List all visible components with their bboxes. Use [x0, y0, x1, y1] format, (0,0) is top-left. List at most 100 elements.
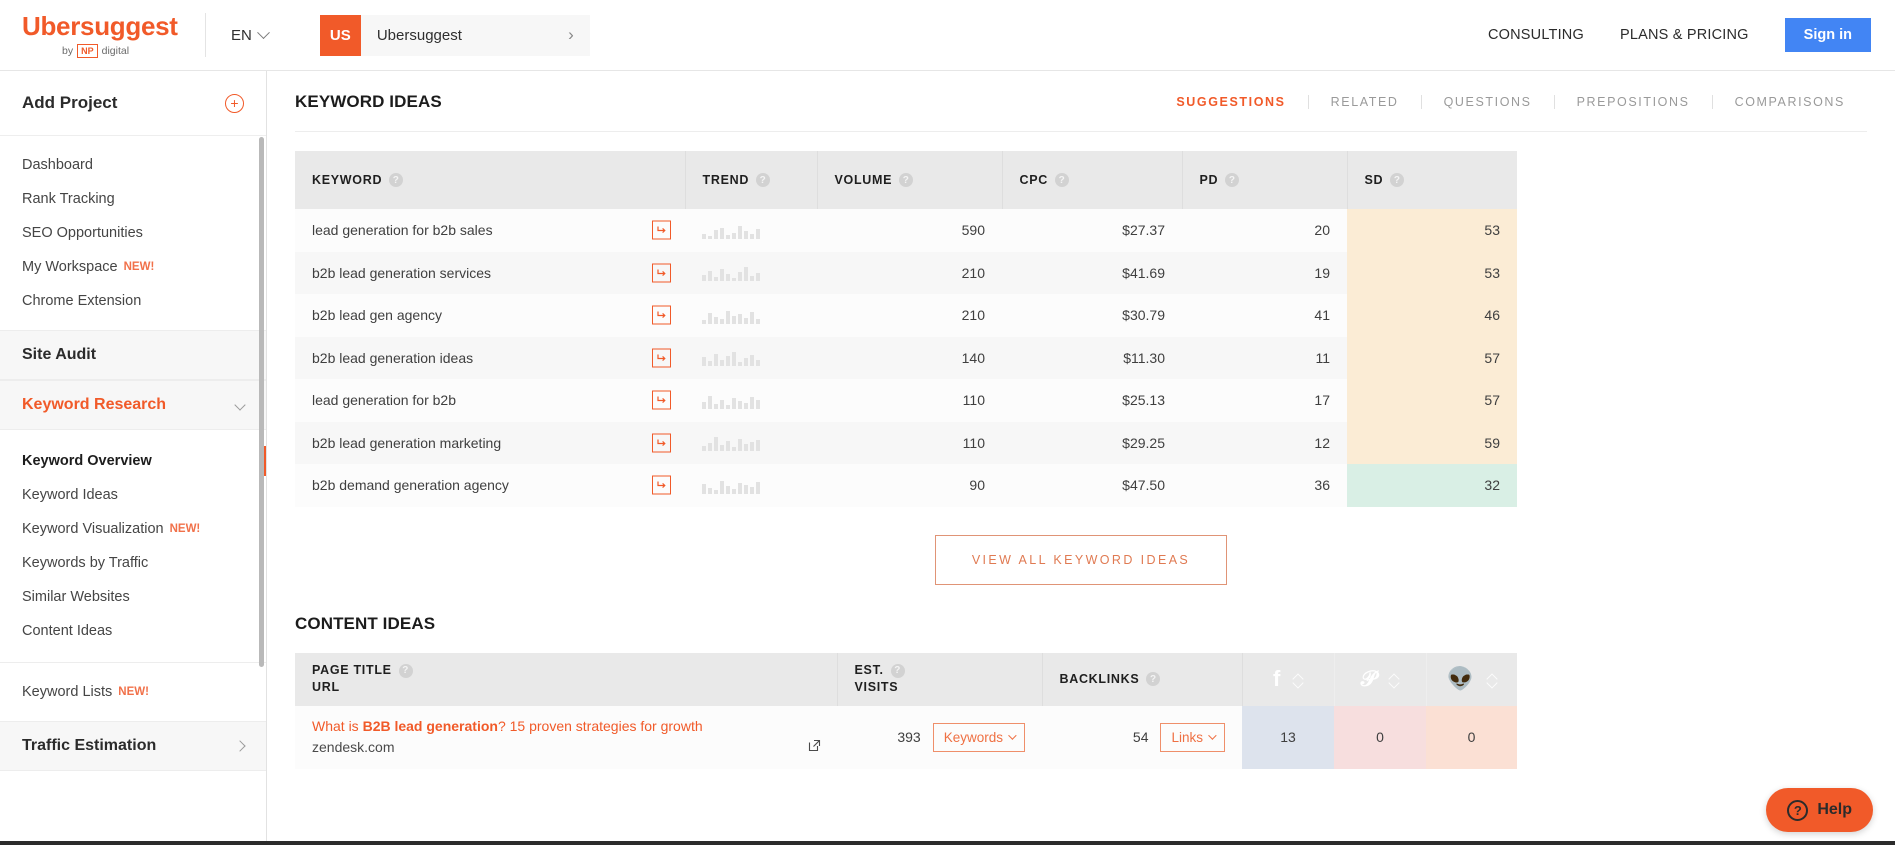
open-keyword-arrow-icon[interactable] [652, 390, 671, 410]
sidebar-item-my-workspace[interactable]: My Workspace NEW! [0, 250, 266, 284]
column-page-title-url[interactable]: PAGE TITLE? URL [295, 652, 838, 706]
nav-consulting[interactable]: CONSULTING [1488, 27, 1584, 43]
table-row[interactable]: b2b demand generation agency 90 $47.50 36 32 [295, 464, 1517, 507]
sidebar-item-keyword-visualization[interactable]: Keyword Visualization NEW! [0, 512, 266, 546]
chevron-right-icon: › [568, 25, 574, 44]
help-tooltip-icon[interactable]: ? [1146, 672, 1161, 687]
sidebar-item-keyword-lists[interactable]: Keyword Lists NEW! [0, 675, 266, 709]
column-trend[interactable]: TREND? [685, 151, 818, 209]
sort-reddit-icon[interactable] [1488, 673, 1497, 686]
column-reddit[interactable]: 👽 [1426, 652, 1517, 706]
cell-keyword[interactable]: b2b lead generation services [295, 251, 685, 294]
add-project-button[interactable]: Add Project + [0, 71, 266, 136]
help-tooltip-icon[interactable]: ? [890, 663, 905, 678]
sidebar-scrollbar[interactable] [259, 137, 264, 667]
brand-digital: digital [101, 44, 130, 57]
cell-volume: 110 [817, 421, 1002, 464]
keyword-ideas-header: KEYWORD IDEAS SUGGESTIONS RELATED QUESTI… [267, 71, 1895, 121]
keywords-dropdown[interactable]: Keywords [932, 722, 1025, 752]
open-keyword-arrow-icon[interactable] [652, 263, 671, 283]
cell-keyword[interactable]: lead generation for b2b sales [295, 209, 685, 252]
tab-suggestions[interactable]: SUGGESTIONS [1154, 95, 1307, 109]
column-cpc[interactable]: CPC? [1002, 151, 1183, 209]
column-backlinks[interactable]: BACKLINKS? [1042, 652, 1243, 706]
open-keyword-arrow-icon[interactable] [652, 348, 671, 368]
sort-facebook-icon[interactable] [1294, 673, 1303, 686]
cell-keyword[interactable]: b2b lead generation marketing [295, 421, 685, 464]
nav-plans-pricing[interactable]: PLANS & PRICING [1620, 27, 1749, 43]
sidebar-item-seo-opportunities[interactable]: SEO Opportunities [0, 216, 266, 250]
links-pill-label: Links [1171, 729, 1203, 745]
external-link-icon[interactable] [808, 739, 821, 755]
table-row[interactable]: b2b lead generation ideas 140 $11.30 11 57 [295, 336, 1517, 379]
sidebar-item-keyword-ideas[interactable]: Keyword Ideas [0, 478, 266, 512]
cell-keyword[interactable]: b2b demand generation agency [295, 464, 685, 507]
column-pd[interactable]: PD? [1182, 151, 1348, 209]
cell-volume: 90 [817, 464, 1002, 507]
tab-comparisons[interactable]: COMPARISONS [1711, 95, 1867, 109]
sidebar-item-similar-websites[interactable]: Similar Websites [0, 580, 266, 614]
tab-related[interactable]: RELATED [1307, 95, 1421, 109]
open-keyword-arrow-icon[interactable] [652, 305, 671, 325]
column-facebook[interactable]: f [1242, 652, 1335, 706]
help-tooltip-icon[interactable]: ? [899, 173, 914, 188]
table-row[interactable]: b2b lead generation services 210 $41.69 19 5… [295, 251, 1517, 294]
cell-sd: 57 [1347, 336, 1517, 379]
open-keyword-arrow-icon[interactable] [652, 433, 671, 453]
sidebar-section-keyword-research[interactable]: Keyword Research [0, 380, 266, 430]
help-tooltip-icon[interactable]: ? [1055, 173, 1069, 188]
sidebar-section-traffic-estimation[interactable]: Traffic Estimation [0, 721, 266, 771]
trend-sparkline [702, 307, 800, 324]
column-sd[interactable]: SD? [1347, 151, 1517, 209]
cell-pd: 36 [1182, 464, 1347, 507]
help-tooltip-icon[interactable]: ? [756, 173, 771, 188]
column-label: TREND [702, 172, 750, 187]
sidebar-item-content-ideas[interactable]: Content Ideas [0, 614, 266, 648]
sign-in-button[interactable]: Sign in [1784, 18, 1871, 52]
cell-page-title-url[interactable]: What is B2B lead generation? 15 proven s… [295, 705, 837, 769]
sidebar-keyword-subnav: Keyword Overview Keyword Ideas Keyword V… [0, 430, 266, 662]
keyword-text: b2b lead generation ideas [312, 349, 474, 366]
cell-keyword[interactable]: lead generation for b2b [295, 379, 685, 422]
column-est-visits[interactable]: EST.? VISITS [837, 652, 1043, 706]
sidebar-item-rank-tracking[interactable]: Rank Tracking [0, 182, 266, 216]
table-row[interactable]: lead generation for b2b sales 590 $27.37 20… [295, 209, 1517, 252]
cell-sd: 57 [1347, 379, 1517, 422]
open-keyword-arrow-icon[interactable] [652, 475, 671, 495]
tab-prepositions[interactable]: PREPOSITIONS [1553, 95, 1712, 109]
table-row[interactable]: b2b lead generation marketing 110 $29.25 12… [295, 421, 1517, 464]
project-selector[interactable]: US Ubersuggest › [319, 14, 590, 56]
sidebar-item-dashboard[interactable]: Dashboard [0, 148, 266, 182]
cell-cpc: $25.13 [1002, 379, 1182, 422]
cell-keyword[interactable]: b2b lead generation ideas [295, 336, 685, 379]
help-tooltip-icon[interactable]: ? [1225, 173, 1240, 188]
view-all-keyword-ideas-button[interactable]: VIEW ALL KEYWORD IDEAS [934, 534, 1228, 585]
help-tooltip-icon[interactable]: ? [1390, 173, 1405, 188]
chevron-down-icon [234, 399, 246, 411]
language-selector[interactable]: EN [231, 25, 270, 44]
table-row[interactable]: b2b lead gen agency 210 $30.79 41 46 [295, 294, 1517, 337]
table-row[interactable]: lead generation for b2b 110 $25.13 17 57 [295, 379, 1517, 422]
links-dropdown[interactable]: Links [1160, 722, 1225, 752]
help-tooltip-icon[interactable]: ? [398, 663, 413, 678]
sidebar-item-keyword-overview[interactable]: Keyword Overview [0, 444, 266, 478]
cell-keyword[interactable]: b2b lead gen agency [295, 294, 685, 337]
brand-logo[interactable]: Ubersuggest by NP digital [0, 13, 205, 58]
column-pinterest[interactable]: 𝒫 [1334, 652, 1427, 706]
column-volume[interactable]: VOLUME? [817, 151, 1003, 209]
cell-cpc: $30.79 [1002, 294, 1182, 337]
help-tooltip-icon[interactable]: ? [389, 173, 404, 188]
sidebar-section-site-audit[interactable]: Site Audit [0, 330, 266, 380]
column-keyword[interactable]: KEYWORD? [295, 151, 686, 209]
project-avatar: US [319, 14, 361, 56]
sort-pinterest-icon[interactable] [1390, 673, 1399, 686]
brand-by: by [62, 44, 74, 57]
tab-questions[interactable]: QUESTIONS [1420, 95, 1554, 109]
help-button[interactable]: ? Help [1766, 788, 1873, 832]
table-row[interactable]: What is B2B lead generation? 15 proven s… [295, 705, 1517, 769]
open-keyword-arrow-icon[interactable] [652, 220, 671, 240]
cell-trend [685, 209, 817, 252]
sidebar-item-keywords-by-traffic[interactable]: Keywords by Traffic [0, 546, 266, 580]
page-title-link[interactable]: What is B2B lead generation? 15 proven s… [312, 716, 820, 736]
sidebar-item-chrome-extension[interactable]: Chrome Extension [0, 284, 266, 318]
